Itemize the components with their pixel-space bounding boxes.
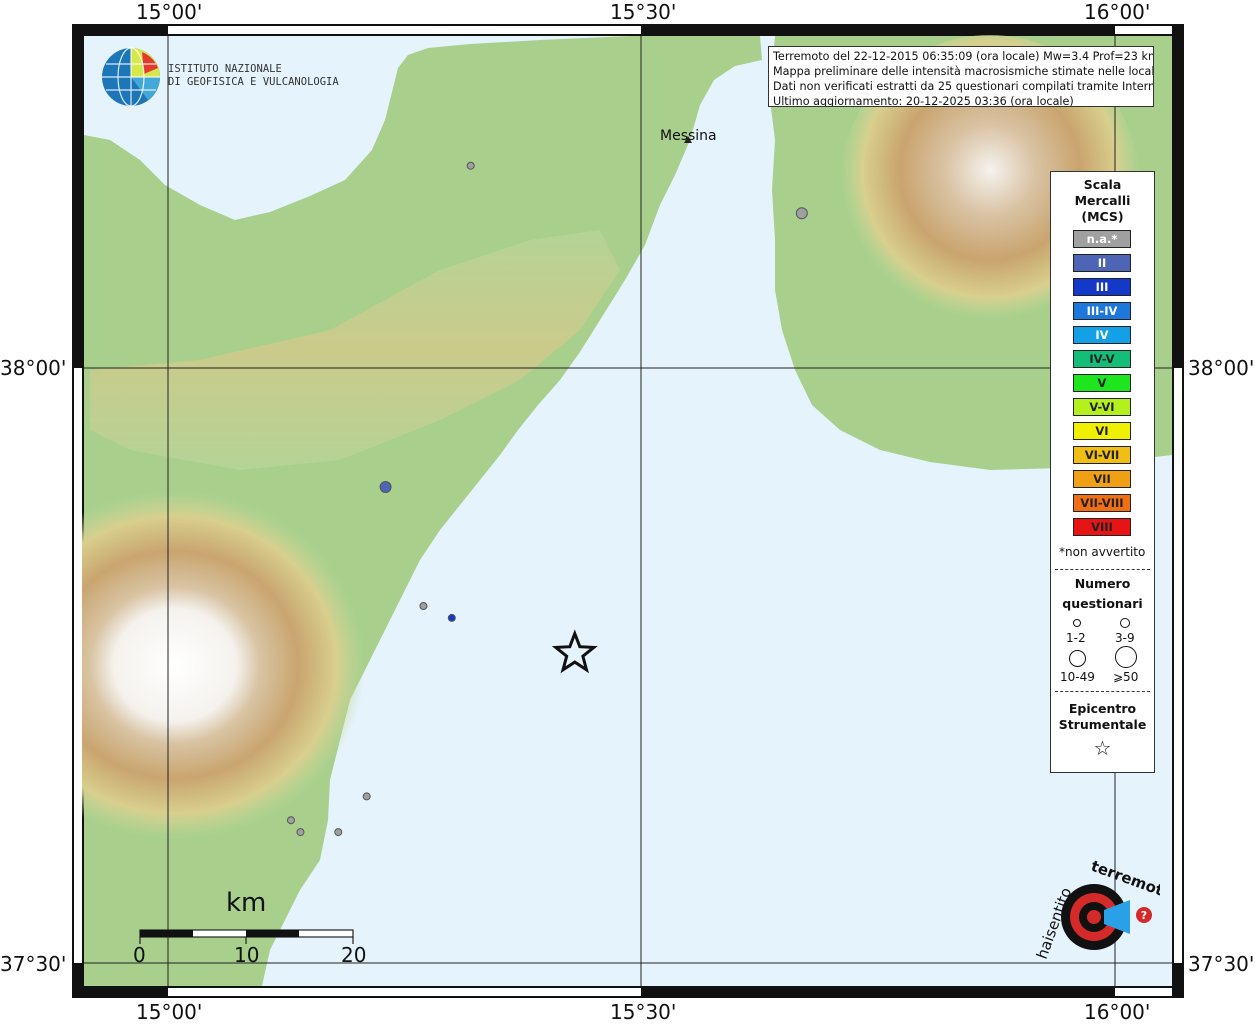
mcs-legend: Scala Mercalli (MCS) n.a.* II III III-IV IV I…: [1050, 171, 1155, 773]
info-line-event: Terremoto del 22-12-2015 06:35:09 (ora l…: [773, 50, 1154, 63]
legend-swatch-ivv: IV-V: [1073, 350, 1131, 368]
svg-text:?: ?: [1141, 909, 1147, 922]
info-line-map: Mappa preliminare delle intensità macros…: [773, 65, 1154, 78]
count-symbol-1-2: [1073, 619, 1081, 627]
legend-swatch-vivii: VI-VII: [1073, 446, 1131, 464]
count-symbol-10-49: [1069, 650, 1086, 667]
legend-swatch-na: n.a.*: [1073, 230, 1131, 248]
lat-label-left-3800: 38°00': [0, 356, 67, 380]
scalebar-unit: km: [226, 888, 267, 918]
info-line-data: Dati non verificati estratti da 25 quest…: [773, 80, 1154, 93]
legend-swatch-iv: IV: [1073, 326, 1131, 344]
legend-swatch-vii: VII: [1073, 470, 1131, 488]
observation-point: [296, 828, 305, 837]
observation-point: [334, 828, 343, 837]
place-label-messina: Messina: [660, 128, 717, 144]
lat-label-right-3800: 38°00': [1188, 356, 1255, 380]
haisentito-logo: ? haisentito terremoto.it: [1033, 860, 1160, 961]
lon-label-bottom-1600: 16°00': [1084, 1000, 1151, 1024]
lat-label-right-3730: 37°30': [1188, 952, 1255, 976]
info-line-updated: Ultimo aggiornamento: 20-12-2025 03:36 (…: [773, 95, 1074, 107]
lon-label-top-1500: 15°00': [136, 0, 203, 24]
observation-point: [447, 613, 456, 622]
lon-label-bottom-1500: 15°00': [136, 1000, 203, 1024]
legend-note: *non avvertito: [1059, 545, 1146, 559]
scalebar-tick-20: 20: [341, 943, 367, 967]
observation-point: [379, 481, 392, 493]
legend-swatch-vvi: V-VI: [1073, 398, 1131, 416]
count-symbol-3-9: [1120, 618, 1130, 628]
earthquake-info-box: Terremoto del 22-12-2015 06:35:09 (ora l…: [768, 46, 1154, 107]
legend-star-icon: ☆: [1093, 736, 1112, 760]
legend-swatch-viiviii: VII-VIII: [1073, 494, 1131, 512]
scalebar-tick-0: 0: [133, 943, 146, 967]
legend-swatch-iii: III: [1073, 278, 1131, 296]
legend-swatch-viii: VIII: [1073, 518, 1131, 536]
ingv-logo-text: ISTITUTO NAZIONALE DI GEOFISICA E VULCAN…: [168, 63, 339, 88]
legend-swatch-ii: II: [1073, 254, 1131, 272]
observation-point: [795, 207, 808, 220]
count-symbol-50plus: [1115, 646, 1137, 668]
lon-label-bottom-1530: 15°30': [610, 1000, 677, 1024]
lat-label-left-3730: 37°30': [0, 952, 67, 976]
observation-point: [466, 161, 475, 170]
lon-label-top-1530: 15°30': [610, 0, 677, 24]
observation-point: [419, 602, 428, 610]
lon-label-top-1600: 16°00': [1084, 0, 1151, 24]
legend-swatch-v: V: [1073, 374, 1131, 392]
scalebar-tick-10: 10: [234, 943, 260, 967]
ingv-globe-logo: [102, 47, 160, 107]
legend-swatch-vi: VI: [1073, 422, 1131, 440]
observation-point: [362, 792, 371, 801]
legend-swatch-iiiiv: III-IV: [1073, 302, 1131, 320]
observation-point: [286, 816, 295, 825]
